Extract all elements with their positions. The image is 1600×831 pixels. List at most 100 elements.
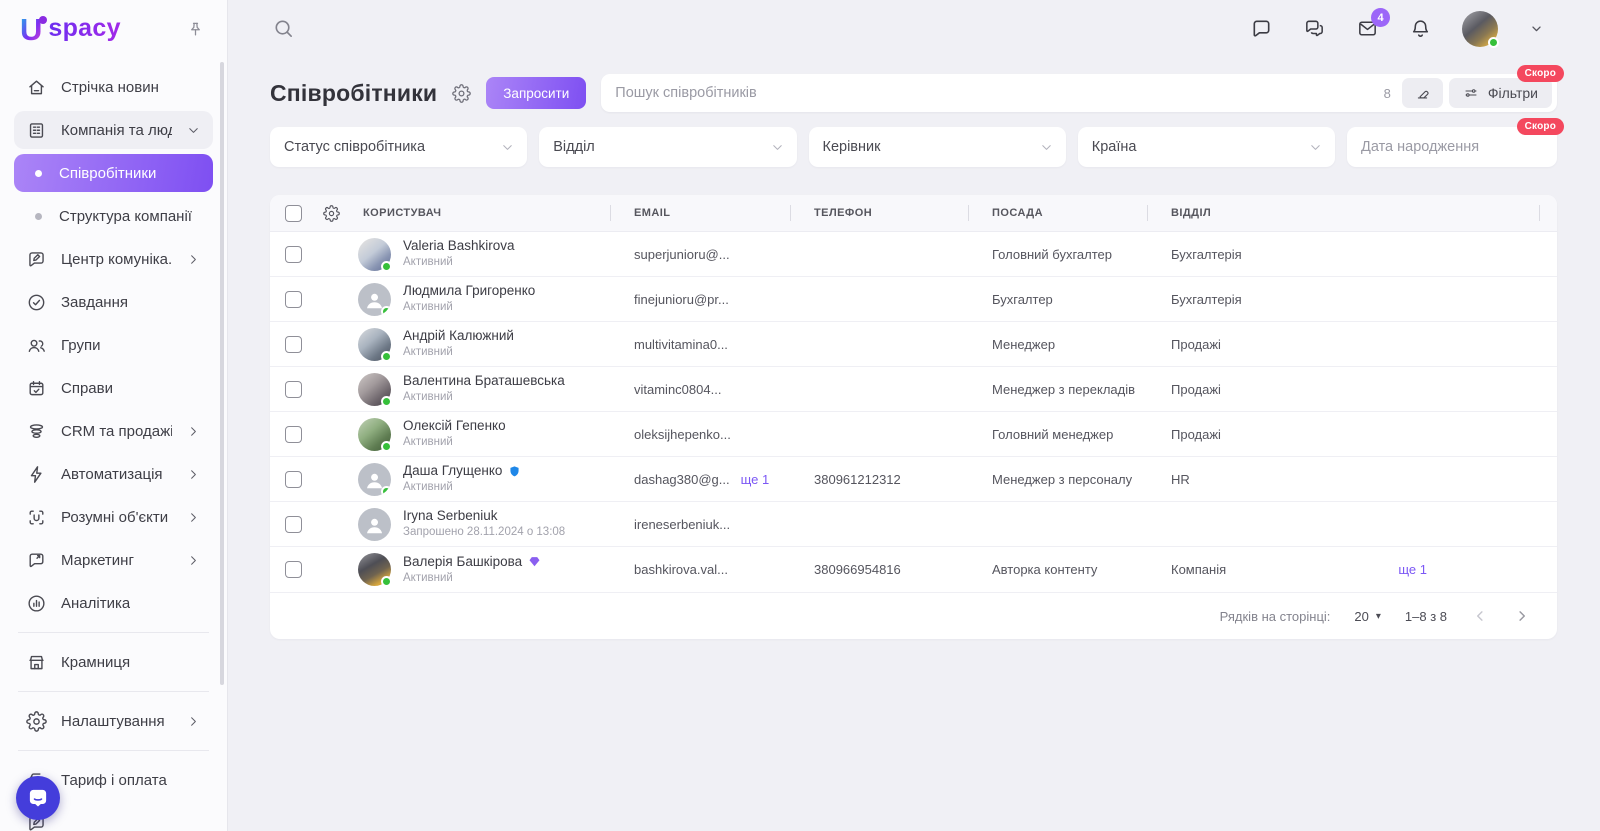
sidebar-divider: [18, 750, 209, 751]
pagination-range: 1–8 з 8: [1404, 608, 1447, 624]
user-name: Людмила Григоренко: [403, 282, 535, 300]
row-checkbox-cell: [270, 425, 316, 443]
sidebar-item-automation[interactable]: Автоматизація: [14, 455, 213, 493]
column-header-відділ: ВІДДІЛ: [1147, 195, 1539, 231]
row-checkbox[interactable]: [285, 290, 302, 308]
invite-button[interactable]: Запросити: [486, 77, 587, 109]
settings-icon: [26, 710, 47, 732]
user-status: Активний: [403, 346, 453, 359]
global-search-icon[interactable]: [272, 17, 295, 40]
table-row[interactable]: Valeria Bashkirova Активний superjunioru@.…: [270, 232, 1557, 277]
email-cell: vitaminc0804...: [610, 382, 790, 397]
table-row[interactable]: Валентина Браташевська Активний vitaminc08…: [270, 367, 1557, 412]
email-text: multivitamina0...: [634, 336, 728, 352]
filter-5[interactable]: Дата народження Скоро: [1347, 118, 1564, 167]
shield-badge-icon: [508, 465, 521, 478]
filter-2[interactable]: Відділ: [539, 127, 797, 167]
avatar: [358, 372, 392, 407]
department-text: Бухгалтерія: [1171, 291, 1242, 307]
rows-per-page-value: 20: [1354, 608, 1369, 624]
user-cell: Iryna Serbeniuk Запрошено 28.11.2024 о 13…: [316, 507, 610, 541]
filter-3[interactable]: Керівник: [808, 127, 1066, 167]
pin-icon[interactable]: [186, 20, 205, 39]
sidebar-item-label: Тариф і оплата: [61, 771, 167, 789]
row-checkbox[interactable]: [285, 561, 302, 578]
search-result-count: 8: [1383, 85, 1391, 101]
sidebar-item-company-people[interactable]: Компанія та люди: [14, 111, 213, 149]
sidebar-item-marketing[interactable]: Маркетинг: [14, 541, 213, 579]
calendar-icon: [26, 378, 47, 399]
sidebar-item-activities[interactable]: Справи: [14, 369, 213, 407]
sidebar-item-settings[interactable]: Налаштування: [14, 702, 213, 740]
column-header-user: КОРИСТУВАЧ: [316, 195, 610, 231]
sidebar-item-smart-objects[interactable]: Розумні об'єкти: [14, 498, 213, 536]
user-avatar[interactable]: [1462, 10, 1499, 48]
sidebar-item-crm-sales[interactable]: CRM та продажі: [14, 412, 213, 450]
mail-icon[interactable]: 4: [1356, 8, 1390, 40]
notifications-bell-icon[interactable]: [1409, 17, 1432, 40]
group-chats-icon[interactable]: [1303, 17, 1326, 40]
user-name: Олексій Гепенко: [403, 417, 506, 435]
sidebar-scrollbar[interactable]: [220, 62, 224, 685]
home-icon: [26, 77, 47, 98]
support-chat-launcher[interactable]: [16, 776, 60, 820]
table-row[interactable]: Олексій Гепенко Активний oleksijhepenko...…: [270, 412, 1557, 457]
sidebar-item-news-feed[interactable]: Стрічка новин: [14, 68, 213, 106]
page-settings-gear-icon[interactable]: [452, 83, 472, 103]
profile-menu-chevron-icon[interactable]: [1528, 20, 1545, 37]
employees-table: КОРИСТУВАЧ EMAIL ТЕЛЕФОН ПОСАДА ВІДДІЛ Valer…: [270, 195, 1557, 639]
department-more-link[interactable]: ще 1: [1398, 562, 1427, 577]
user-meta: Valeria Bashkirova Активний: [403, 237, 515, 270]
table-row[interactable]: Андрій Калюжний Активний multivitamina0...…: [270, 322, 1557, 367]
user-name: Даша Глущенко: [403, 462, 521, 480]
eraser-icon: [1417, 90, 1429, 99]
employee-search-input[interactable]: [615, 85, 1373, 101]
filter-4[interactable]: Країна: [1077, 127, 1335, 167]
table-row[interactable]: Людмила Григоренко Активний finejunioru@pr…: [270, 277, 1557, 322]
row-checkbox[interactable]: [285, 515, 302, 533]
row-checkbox[interactable]: [285, 425, 302, 443]
row-checkbox[interactable]: [285, 470, 302, 488]
sidebar-item-comms-center[interactable]: Центр комуніка...: [14, 240, 213, 278]
position-cell: Головний менеджер: [992, 426, 1114, 442]
sidebar-item-tasks[interactable]: Завдання: [14, 283, 213, 321]
sidebar-item-analytics[interactable]: Аналітика: [14, 584, 213, 622]
row-checkbox[interactable]: [285, 380, 302, 398]
sidebar: U spacy Стрічка новин Компанія та люди Спі…: [0, 0, 228, 831]
crm-icon: [26, 421, 47, 442]
email-cell: superjunioru@...: [610, 247, 790, 262]
previous-page-button[interactable]: [1471, 607, 1489, 625]
email-more-link[interactable]: ще 1: [741, 472, 770, 487]
table-settings-gear-icon[interactable]: [323, 204, 340, 222]
rows-per-page-select[interactable]: 20 ▾: [1354, 609, 1381, 624]
table-row[interactable]: Валерія Башкірова Активний bashkirova.val.…: [270, 547, 1557, 592]
filter-1[interactable]: Статус співробітника: [270, 127, 528, 167]
sidebar-item-store[interactable]: Крамниця: [14, 643, 213, 681]
sidebar-item-label: Стрічка новин: [61, 78, 159, 96]
sidebar-item-groups[interactable]: Групи: [14, 326, 213, 364]
email-text: finejunioru@pr...: [634, 291, 729, 307]
table-footer: Рядків на сторінці: 20 ▾ 1–8 з 8: [270, 592, 1557, 639]
sidebar-item-label: Справи: [61, 379, 113, 397]
next-page-button[interactable]: [1513, 607, 1531, 625]
select-all-checkbox[interactable]: [285, 204, 302, 222]
chevron-right-icon: [186, 467, 201, 482]
sidebar-item-label: Групи: [61, 336, 101, 354]
table-row[interactable]: Даша Глущенко Активний dashag380@g... ще 1 3…: [270, 457, 1557, 502]
user-cell: Андрій Калюжний Активний: [316, 327, 610, 362]
position-cell: Головний бухгалтер: [992, 246, 1112, 262]
avatar-placeholder-icon: [358, 282, 391, 316]
page-header: Співробітники Запросити 8 Фільтри Скоро: [270, 65, 1564, 112]
uspacy-logo[interactable]: U spacy: [20, 14, 121, 45]
clear-search-button[interactable]: [1401, 78, 1443, 108]
sidebar-item-label: Крамниця: [61, 653, 131, 671]
filters-button[interactable]: Фільтри: [1448, 78, 1552, 108]
table-row[interactable]: Iryna Serbeniuk Запрошено 28.11.2024 о 13…: [270, 502, 1557, 547]
row-checkbox[interactable]: [285, 335, 302, 353]
position-cell: Менеджер з персоналу: [992, 471, 1133, 487]
sidebar-item-employees[interactable]: Співробітники: [14, 154, 213, 192]
row-checkbox[interactable]: [285, 245, 302, 263]
chat-icon[interactable]: [1250, 17, 1273, 40]
chevron-right-icon: [186, 424, 201, 439]
sidebar-item-company-structure[interactable]: Структура компанії: [14, 197, 213, 235]
